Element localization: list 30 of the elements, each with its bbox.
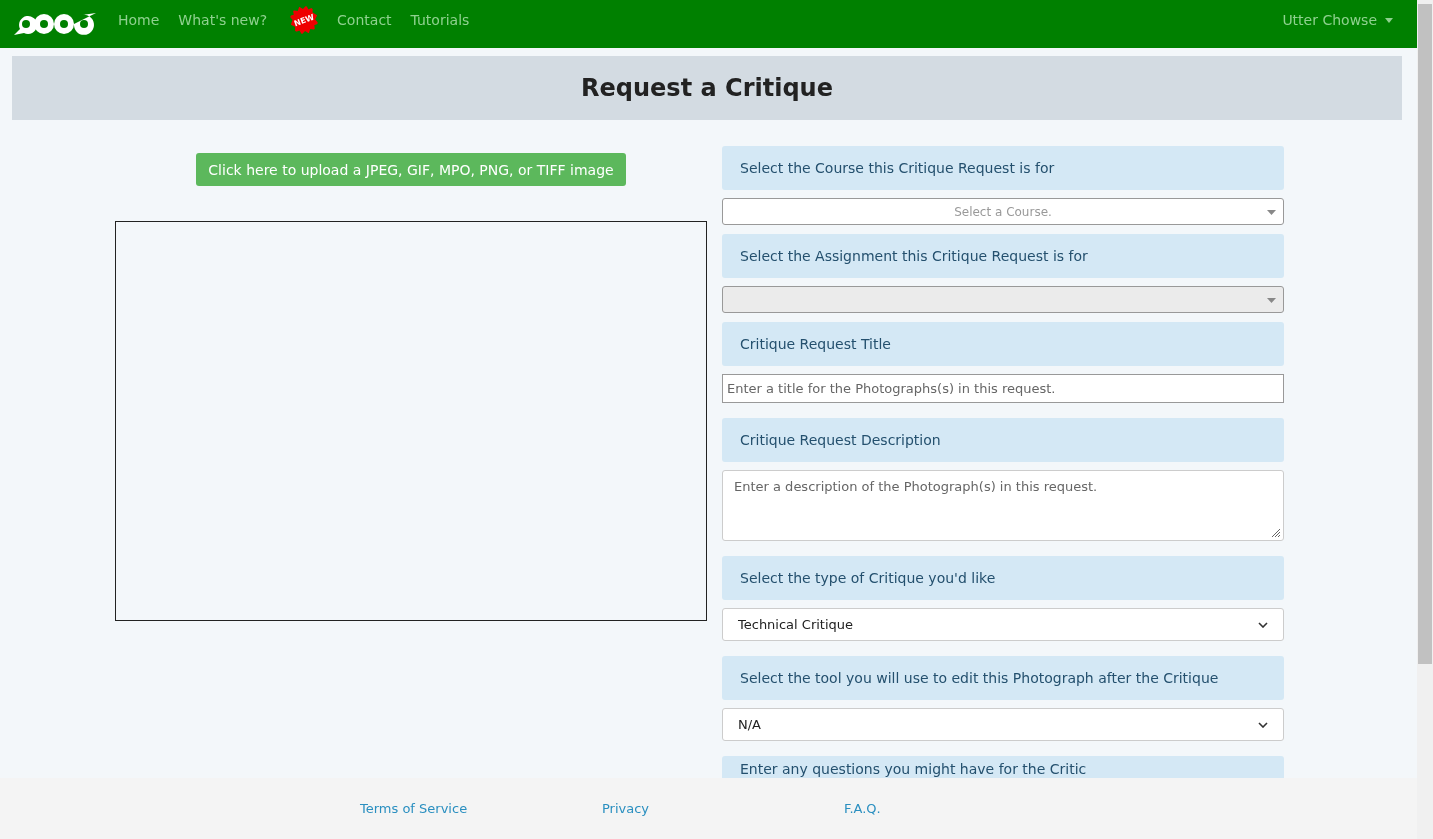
page-title: Request a Critique [12, 56, 1402, 120]
section-header: Select the Course this Critique Request is for [722, 146, 1284, 190]
footer-link[interactable]: Privacy [602, 801, 844, 816]
resize-grip-icon[interactable] [1269, 526, 1281, 538]
dropdown-select[interactable]: Technical Critique [722, 608, 1284, 641]
chevron-down-icon [1258, 721, 1268, 728]
nav-link[interactable]: What's new? [178, 12, 268, 28]
footer-link[interactable]: F.A.Q. [844, 801, 881, 816]
footer-link[interactable]: Terms of Service [360, 801, 602, 816]
nav-link[interactable]: Contact [337, 12, 392, 28]
dropdown-select[interactable]: N/A [722, 708, 1284, 741]
caret-icon [1267, 298, 1276, 303]
section-header: Select the type of Critique you'd like [722, 556, 1284, 600]
nav-link[interactable]: Tutorials [410, 12, 470, 28]
caret-icon [1385, 17, 1393, 23]
user-menu[interactable]: Utter Chowse [1282, 12, 1393, 28]
nav-link[interactable]: Home [118, 12, 160, 28]
section-header: Select the tool you will use to edit this Photograph after the Critique [722, 656, 1284, 700]
scrollbar[interactable] [1417, 0, 1433, 839]
caret-icon [1267, 210, 1276, 215]
title-input[interactable]: Enter a title for the Photographs(s) in this request. [722, 374, 1284, 403]
section-header: Select the Assignment this Critique Request is for [722, 234, 1284, 278]
course-select[interactable]: Select a Course. [722, 198, 1284, 225]
description-textarea[interactable]: Enter a description of the Photograph(s) in this request. [722, 470, 1284, 541]
scrollbar-thumb[interactable] [1418, 4, 1432, 664]
section-header: Critique Request Title [722, 322, 1284, 366]
upload-button[interactable]: Click here to upload a JPEG, GIF, MPO, PNG, or TIFF image [196, 153, 626, 186]
section-header: Critique Request Description [722, 418, 1284, 462]
chevron-down-icon [1258, 621, 1268, 628]
logo-icon[interactable] [12, 11, 96, 37]
